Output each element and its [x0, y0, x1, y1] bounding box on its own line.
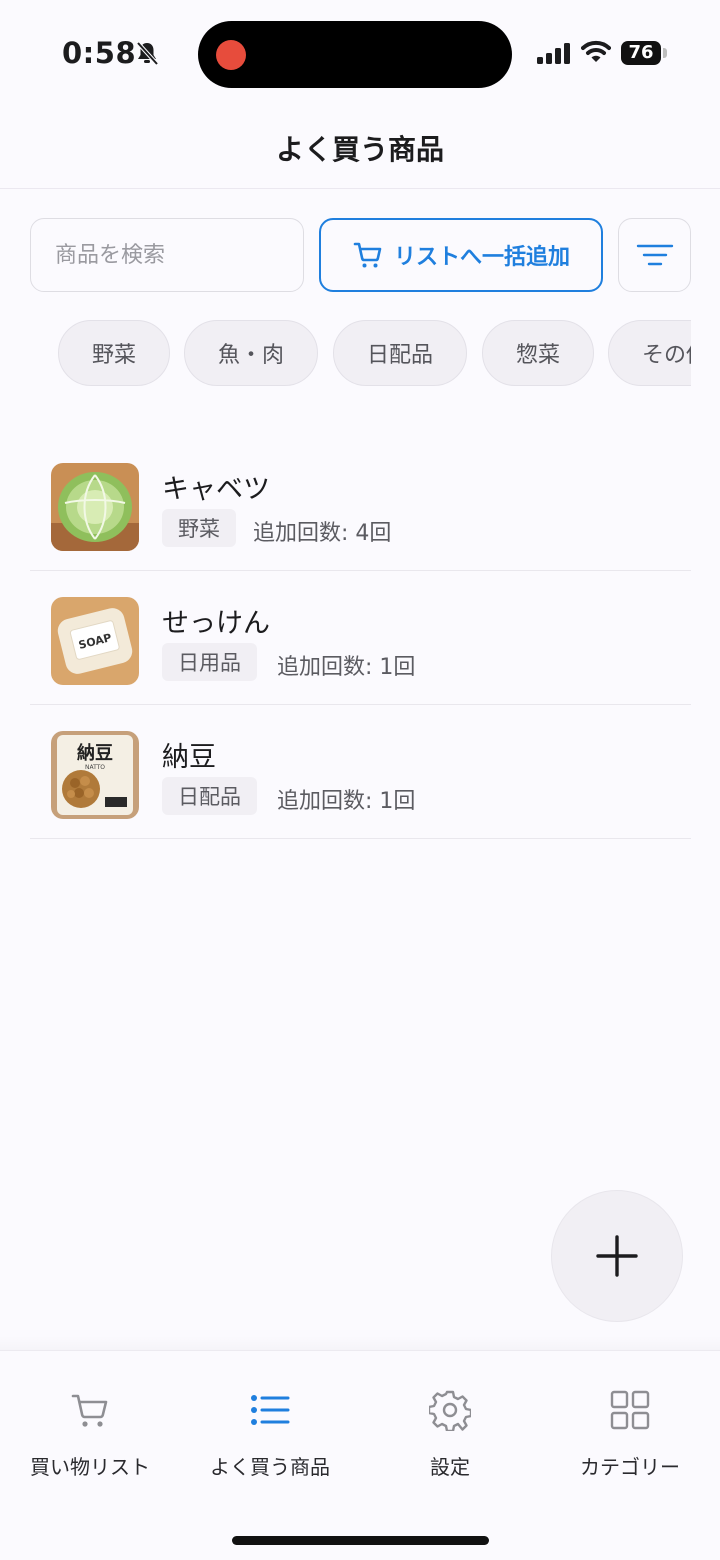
grid-icon	[610, 1390, 650, 1430]
header-divider	[0, 188, 720, 189]
tab-bar: 買い物リスト よく買う商品 設定 カテゴリー	[0, 1350, 720, 1560]
tab-categories[interactable]: カテゴリー	[540, 1351, 720, 1491]
item-add-count: 追加回数: 1回	[277, 789, 416, 814]
bulk-add-to-list-button[interactable]: リストへ一括追加	[319, 218, 603, 292]
item-category-tag: 野菜	[162, 509, 236, 547]
category-chips: 野菜 魚・肉 日配品 惣菜 その他	[30, 320, 691, 388]
plus-icon	[596, 1235, 638, 1277]
soap-image: SOAP	[51, 597, 139, 685]
item-add-count: 追加回数: 1回	[277, 655, 416, 680]
gear-icon	[429, 1390, 471, 1431]
status-time: 0:58	[62, 36, 137, 70]
cart-icon	[353, 242, 382, 268]
signal-icon	[537, 43, 570, 64]
item-category-tag: 日配品	[162, 777, 257, 815]
svg-text:NATTO: NATTO	[85, 764, 105, 771]
recording-indicator	[216, 40, 246, 70]
wifi-icon	[581, 40, 611, 62]
tab-label: よく買う商品	[210, 1455, 330, 1479]
search-input[interactable]	[30, 218, 304, 292]
bulk-add-label: リストへ一括追加	[393, 245, 570, 270]
bell-muted-icon	[136, 41, 159, 66]
natto-image: 納豆 NATTO	[51, 731, 139, 819]
category-chip-other[interactable]: その他	[608, 320, 691, 386]
tab-settings[interactable]: 設定	[360, 1351, 540, 1491]
tab-label: 買い物リスト	[30, 1455, 150, 1479]
tab-frequent-items[interactable]: よく買う商品	[180, 1351, 360, 1491]
dynamic-island	[198, 21, 512, 88]
category-chip-vegetables[interactable]: 野菜	[58, 320, 170, 386]
list-item[interactable]: SOAP せっけん 日用品 追加回数: 1回	[30, 571, 691, 705]
cabbage-image	[51, 463, 139, 551]
home-indicator[interactable]	[232, 1536, 489, 1545]
add-item-button[interactable]	[551, 1190, 683, 1322]
svg-text:納豆: 納豆	[77, 742, 113, 764]
tab-label: カテゴリー	[580, 1455, 680, 1479]
list-icon	[251, 1395, 290, 1425]
category-chip-deli[interactable]: 惣菜	[482, 320, 594, 386]
list-item[interactable]: キャベツ 野菜 追加回数: 4回	[30, 437, 691, 571]
battery-indicator: 76	[621, 41, 661, 65]
status-bar: 0:58 76	[0, 0, 720, 110]
tab-bar-shadow	[0, 1336, 720, 1350]
battery-cap	[663, 48, 667, 58]
tab-label: 設定	[430, 1455, 470, 1479]
cart-icon	[71, 1394, 108, 1427]
item-add-count: 追加回数: 4回	[253, 521, 392, 546]
filter-button[interactable]	[618, 218, 691, 292]
page-title: よく買う商品	[275, 133, 444, 166]
item-category-tag: 日用品	[162, 643, 257, 681]
list-item[interactable]: 納豆 NATTO 納豆 日配品 追加回数: 1回	[30, 705, 691, 839]
item-name: キャベツ	[162, 474, 270, 505]
category-chip-fish-meat[interactable]: 魚・肉	[184, 320, 318, 386]
filter-icon	[636, 244, 673, 266]
item-name: せっけん	[162, 608, 270, 639]
tab-shopping-list[interactable]: 買い物リスト	[0, 1351, 180, 1491]
category-chip-daily[interactable]: 日配品	[333, 320, 467, 386]
item-name: 納豆	[162, 742, 216, 773]
